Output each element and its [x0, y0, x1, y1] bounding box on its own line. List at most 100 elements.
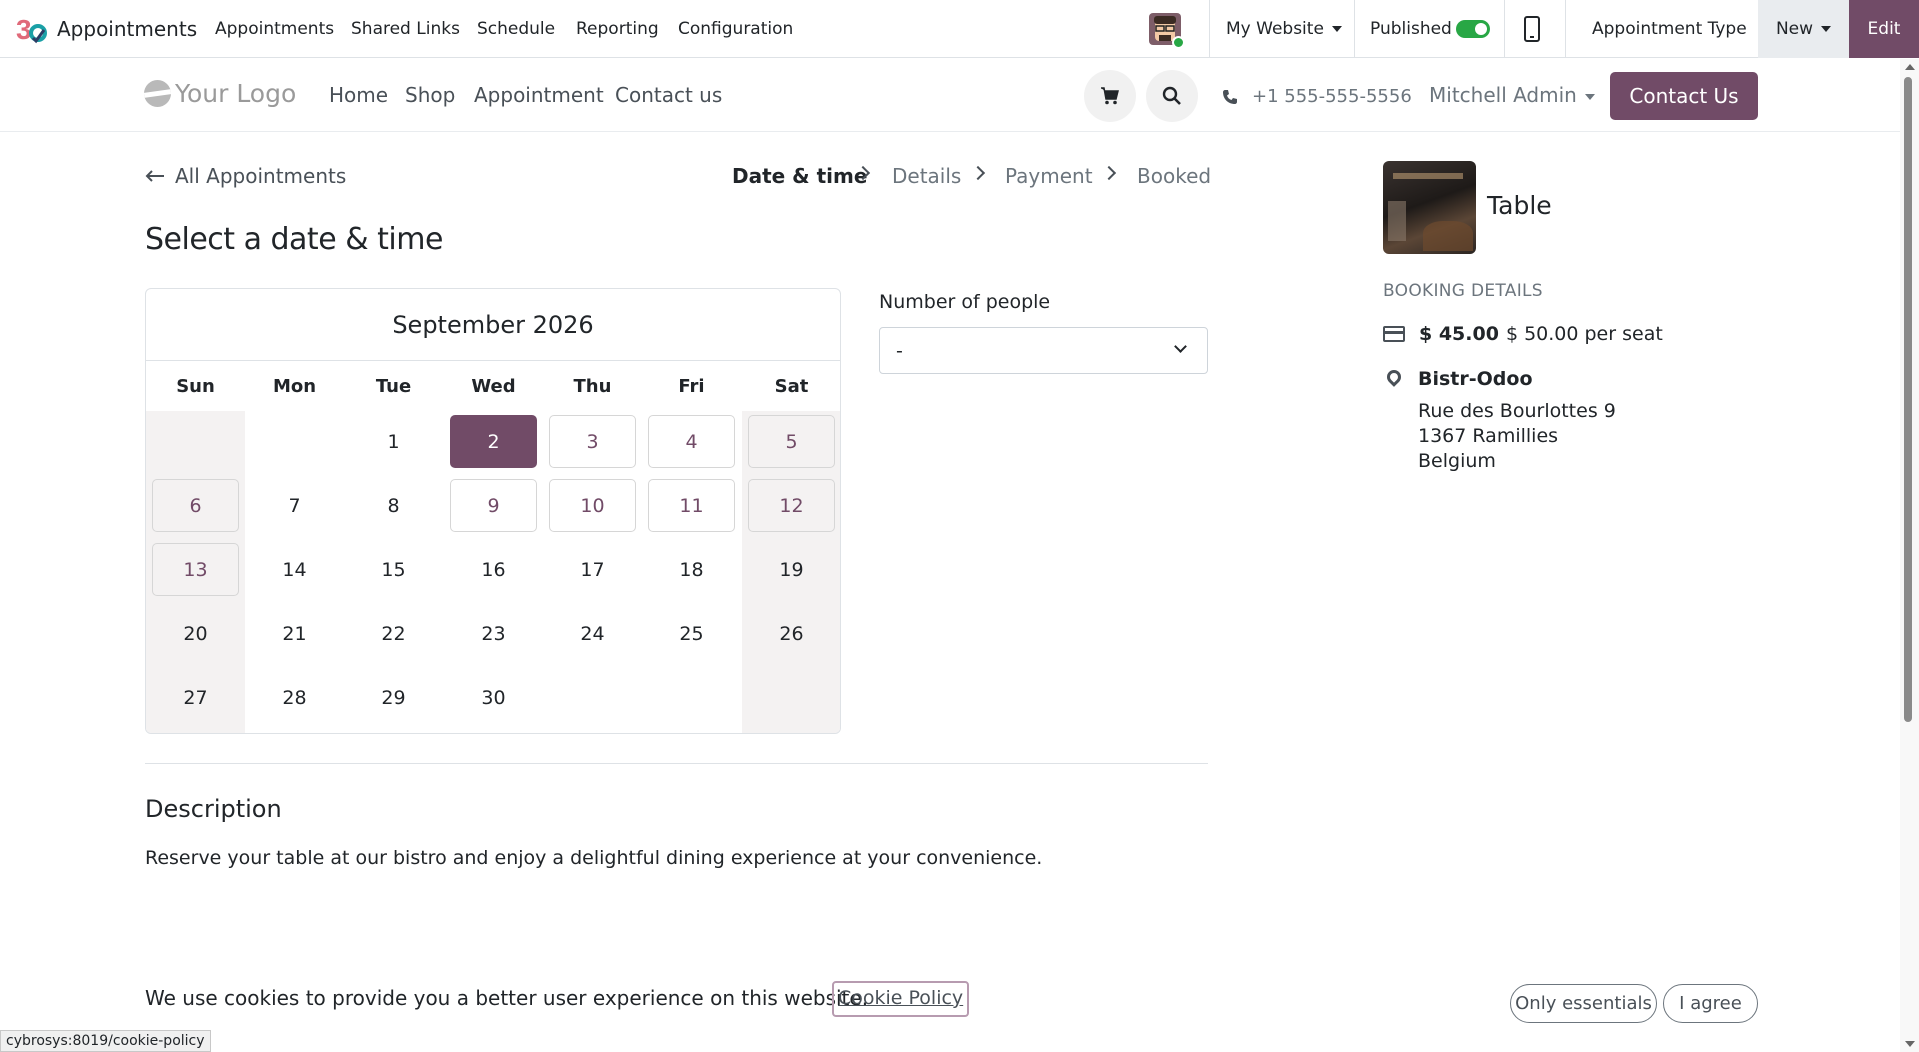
step-details: Details [892, 164, 962, 188]
website-selector[interactable]: My Website [1226, 19, 1342, 39]
caret-down-icon [1584, 93, 1595, 100]
nav-appointment[interactable]: Appointment [474, 83, 604, 107]
weekday-header: Thu [573, 376, 612, 397]
menu-shared-links[interactable]: Shared Links [351, 19, 460, 39]
caret-down-icon [1821, 26, 1832, 32]
chevron-right-icon [1101, 165, 1117, 181]
nav-home[interactable]: Home [329, 83, 388, 107]
description-text: Reserve your table at our bistro and enj… [145, 847, 1043, 869]
weekday-header: Fri [678, 376, 705, 397]
caret-down-icon [1331, 26, 1342, 32]
weekday-header: Mon [272, 376, 317, 397]
nav-contact-us[interactable]: Contact us [615, 83, 722, 107]
page-scrollbar[interactable] [1900, 59, 1919, 1052]
svg-text:3: 3 [16, 14, 32, 44]
booking-details-label: BOOKING DETAILS [1383, 281, 1543, 301]
number-of-people-select[interactable]: - [879, 327, 1208, 374]
address-line: 1367 Ramillies [1418, 425, 1559, 447]
calendar-day: 18 [679, 558, 704, 581]
number-of-people-value: - [896, 339, 903, 362]
calendar-day: 7 [288, 494, 301, 517]
user-avatar[interactable] [1149, 13, 1185, 49]
calendar-day: 30 [481, 686, 506, 709]
website-header: Your Logo Home Shop Appointment Contact … [0, 59, 1900, 132]
user-menu[interactable]: Mitchell Admin [1429, 83, 1595, 107]
section-divider [145, 763, 1208, 764]
calendar-day[interactable]: 12 [748, 479, 835, 532]
calendar-day[interactable]: 10 [549, 479, 636, 532]
contact-us-button[interactable]: Contact Us [1610, 72, 1758, 120]
logo-icon [144, 80, 171, 107]
calendar-day[interactable]: 13 [152, 543, 239, 596]
weekday-header: Sat [774, 376, 809, 397]
menu-reporting[interactable]: Reporting [576, 19, 659, 39]
header-phone[interactable]: +1 555-555-5556 [1222, 86, 1412, 107]
step-payment: Payment [1005, 164, 1093, 188]
divider [1354, 0, 1355, 58]
address-line: Rue des Bourlottes 9 [1418, 400, 1616, 422]
arrow-left-icon [145, 170, 164, 182]
agree-button[interactable]: I agree [1663, 984, 1758, 1023]
search-button[interactable] [1146, 70, 1198, 122]
menu-appointments[interactable]: Appointments [215, 19, 334, 39]
new-button[interactable]: New [1758, 0, 1849, 58]
all-appointments-link[interactable]: All Appointments [145, 164, 346, 188]
calendar-day[interactable]: 9 [450, 479, 537, 532]
backend-topbar: 3 Appointments Appointments Shared Links… [0, 0, 1919, 58]
online-status-icon [1172, 36, 1185, 49]
mobile-preview-icon[interactable] [1524, 16, 1540, 42]
address-line: Belgium [1418, 450, 1496, 472]
calendar-day: 15 [381, 558, 406, 581]
appointment-type-link[interactable]: Appointment Type [1592, 19, 1747, 39]
calendar-day[interactable]: 5 [748, 415, 835, 468]
calendar-day: 24 [580, 622, 605, 645]
calendar: September 2026 Sun Mon Tue Wed Thu Fri Sat 1 2 3 4… [145, 288, 841, 734]
calendar-day[interactable]: 6 [152, 479, 239, 532]
nav-shop[interactable]: Shop [405, 83, 455, 107]
site-logo[interactable]: Your Logo [144, 79, 296, 108]
cookie-policy-link[interactable]: Cookie Policy [832, 981, 970, 1017]
calendar-day: 17 [580, 558, 605, 581]
only-essentials-button[interactable]: Only essentials [1510, 984, 1657, 1023]
appointment-name: Table [1487, 191, 1552, 220]
weekday-header: Sun [176, 376, 215, 397]
calendar-day[interactable]: 3 [549, 415, 636, 468]
menu-schedule[interactable]: Schedule [477, 19, 555, 39]
calendar-day[interactable]: 2 [450, 415, 537, 468]
calendar-day: 19 [779, 558, 804, 581]
step-date-time: Date & time [732, 164, 868, 188]
status-bar-url: cybrosys:8019/cookie-policy [0, 1030, 211, 1052]
calendar-day[interactable]: 4 [648, 415, 735, 468]
back-link-label: All Appointments [175, 164, 347, 188]
calendar-day: 25 [679, 622, 704, 645]
edit-button[interactable]: Edit [1849, 0, 1919, 58]
published-toggle[interactable] [1456, 20, 1490, 38]
calendar-day: 26 [779, 622, 804, 645]
appointments-app-icon[interactable]: 3 [16, 14, 48, 44]
weekday-header: Tue [375, 376, 412, 397]
page-title: Select a date & time [145, 222, 443, 257]
calendar-month: September 2026 [146, 289, 840, 361]
map-marker-icon [1384, 367, 1404, 387]
step-booked: Booked [1137, 164, 1212, 188]
calendar-day: 8 [387, 494, 400, 517]
cart-icon [1101, 87, 1119, 105]
published-label: Published [1370, 19, 1452, 39]
scroll-thumb[interactable] [1904, 77, 1912, 722]
logo-text: Your Logo [175, 79, 297, 108]
calendar-day: 21 [282, 622, 307, 645]
menu-configuration[interactable]: Configuration [678, 19, 793, 39]
divider [1504, 0, 1505, 58]
calendar-day[interactable]: 11 [648, 479, 735, 532]
calendar-day: 28 [282, 686, 307, 709]
scroll-up-icon[interactable] [1905, 64, 1915, 70]
calendar-day: 14 [282, 558, 307, 581]
scroll-down-icon[interactable] [1905, 1041, 1915, 1047]
app-name[interactable]: Appointments [57, 17, 197, 41]
calendar-day: 22 [381, 622, 406, 645]
calendar-day: 29 [381, 686, 406, 709]
cart-button[interactable] [1084, 70, 1136, 122]
calendar-day: 20 [183, 622, 208, 645]
weekday-header: Wed [471, 376, 516, 397]
divider [1209, 0, 1210, 58]
